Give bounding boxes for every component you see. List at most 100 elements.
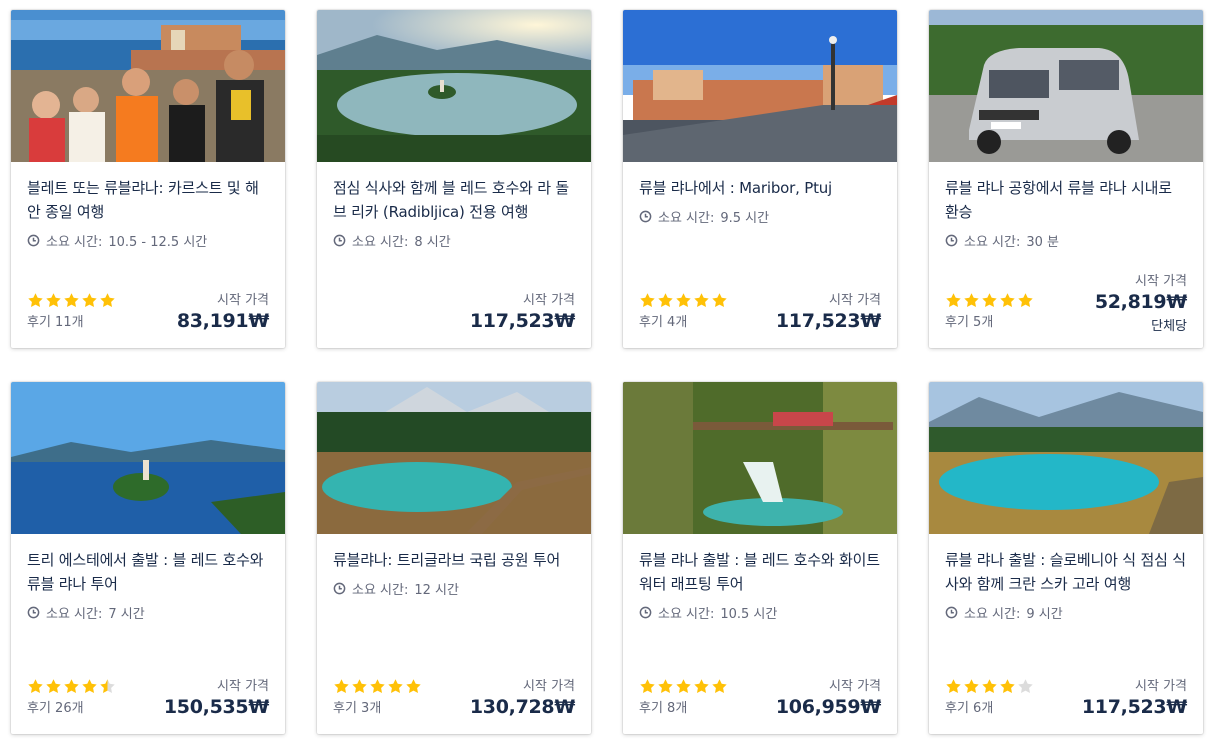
activity-card[interactable]: 류블랴나: 트리글라브 국립 공원 투어 소요 시간: 12 시간 후기 3개 … (317, 382, 591, 734)
star-rating (27, 291, 116, 309)
star-icon (712, 678, 727, 693)
clock-icon (639, 210, 652, 223)
clock-icon (27, 234, 40, 247)
duration-label: 소요 시간: (352, 583, 409, 598)
activity-image (317, 10, 591, 162)
star-icon (370, 678, 385, 693)
price-from-label: 시작 가격 (523, 293, 575, 308)
rating: 후기 3개 (333, 677, 422, 716)
star-rating (639, 677, 728, 695)
review-count: 후기 6개 (945, 701, 994, 716)
price-block: 시작 가격 83,191₩ (177, 289, 269, 334)
rating: 후기 26개 (27, 677, 116, 716)
clock-icon (945, 234, 958, 247)
star-icon (46, 292, 61, 307)
duration-label: 소요 시간: (658, 211, 715, 226)
star-icon (694, 678, 709, 693)
duration: 소요 시간: 30 분 (945, 231, 1187, 250)
star-icon (1018, 678, 1033, 693)
activity-image (11, 10, 285, 162)
star-icon (100, 292, 115, 307)
review-count: 후기 5개 (945, 315, 994, 330)
duration: 소요 시간: 10.5 시간 (639, 603, 881, 622)
duration-label: 소요 시간: (46, 235, 103, 250)
price-from-label: 시작 가격 (829, 293, 881, 308)
duration: 소요 시간: 9.5 시간 (639, 207, 881, 226)
activity-title[interactable]: 류블 랴나 출발 : 블 레드 호수와 화이트 워터 래프팅 투어 (639, 548, 881, 596)
rating: 후기 8개 (639, 677, 728, 716)
price-amount: 150,535₩ (163, 696, 269, 718)
duration-label: 소요 시간: (46, 607, 103, 622)
activity-card[interactable]: 류블 랴나 출발 : 블 레드 호수와 화이트 워터 래프팅 투어 소요 시간:… (623, 382, 897, 734)
price-amount: 106,959₩ (775, 696, 881, 718)
duration: 소요 시간: 9 시간 (945, 603, 1187, 622)
star-icon (82, 292, 97, 307)
price-amount: 117,523₩ (1081, 696, 1187, 718)
star-icon (658, 678, 673, 693)
price-amount: 130,728₩ (469, 696, 575, 718)
activity-card[interactable]: 블레트 또는 류블랴나: 카르스트 및 해안 종일 여행 소요 시간: 10.5… (11, 10, 285, 348)
star-icon (388, 678, 403, 693)
rating: 후기 5개 (945, 291, 1034, 330)
star-icon (406, 678, 421, 693)
activity-image (623, 10, 897, 162)
star-icon (82, 678, 97, 693)
duration-value: 30 분 (1026, 235, 1059, 250)
star-icon (658, 292, 673, 307)
activity-card[interactable]: 점심 식사와 함께 블 레드 호수와 라 돌브 리카 (Radibljica) … (317, 10, 591, 348)
clock-icon (333, 582, 346, 595)
price-block: 시작 가격 117,523₩ (470, 289, 575, 334)
price-from-label: 시작 가격 (1135, 679, 1187, 694)
star-icon (640, 292, 655, 307)
review-count: 후기 8개 (639, 701, 688, 716)
duration-value: 12 시간 (414, 583, 459, 598)
activity-card[interactable]: 류블 랴나 출발 : 슬로베니아 식 점심 식사와 함께 크란 스카 고라 여행… (929, 382, 1203, 734)
activity-card[interactable]: 트리 에스테에서 출발 : 블 레드 호수와 류블 랴나 투어 소요 시간: 7… (11, 382, 285, 734)
price-from-label: 시작 가격 (217, 679, 269, 694)
star-icon (640, 678, 655, 693)
activity-title[interactable]: 류블 랴나에서 : Maribor, Ptuj (639, 176, 881, 200)
duration-label: 소요 시간: (964, 235, 1021, 250)
activity-image (11, 382, 285, 534)
star-icon (946, 292, 961, 307)
star-rating (639, 291, 728, 309)
price-unit: 단체당 (1151, 319, 1187, 334)
activity-image (317, 382, 591, 534)
duration: 소요 시간: 10.5 - 12.5 시간 (27, 231, 269, 250)
activity-title[interactable]: 류블 랴나 출발 : 슬로베니아 식 점심 식사와 함께 크란 스카 고라 여행 (945, 548, 1187, 596)
review-count: 후기 3개 (333, 701, 382, 716)
price-amount: 52,819₩ (1094, 291, 1187, 313)
activity-title[interactable]: 트리 에스테에서 출발 : 블 레드 호수와 류블 랴나 투어 (27, 548, 269, 596)
price-block: 시작 가격 117,523₩ (776, 289, 881, 334)
activity-image (929, 10, 1203, 162)
rating: 후기 6개 (945, 677, 1034, 716)
star-rating (333, 677, 422, 695)
activity-card[interactable]: 류블 랴나에서 : Maribor, Ptuj 소요 시간: 9.5 시간 후기… (623, 10, 897, 348)
duration: 소요 시간: 7 시간 (27, 603, 269, 622)
clock-icon (333, 234, 346, 247)
price-from-label: 시작 가격 (1135, 274, 1187, 289)
duration-value: 9 시간 (1026, 607, 1063, 622)
star-icon (982, 678, 997, 693)
review-count: 후기 11개 (27, 315, 84, 330)
clock-icon (639, 606, 652, 619)
price-block: 시작 가격 106,959₩ (776, 675, 881, 720)
clock-icon (945, 606, 958, 619)
activity-title[interactable]: 점심 식사와 함께 블 레드 호수와 라 돌브 리카 (Radibljica) … (333, 176, 575, 224)
price-block: 시작 가격 117,523₩ (1082, 675, 1187, 720)
star-icon (64, 292, 79, 307)
rating: 후기 4개 (639, 291, 728, 330)
activity-card[interactable]: 류블 랴나 공항에서 류블 랴나 시내로 환승 소요 시간: 30 분 후기 5… (929, 10, 1203, 348)
price-amount: 83,191₩ (176, 310, 269, 332)
duration: 소요 시간: 12 시간 (333, 579, 575, 598)
star-icon (712, 292, 727, 307)
star-icon (964, 292, 979, 307)
activity-title[interactable]: 류블 랴나 공항에서 류블 랴나 시내로 환승 (945, 176, 1187, 224)
duration-value: 7 시간 (108, 607, 145, 622)
star-icon (1000, 678, 1015, 693)
star-icon (964, 678, 979, 693)
duration-label: 소요 시간: (964, 607, 1021, 622)
activity-title[interactable]: 블레트 또는 류블랴나: 카르스트 및 해안 종일 여행 (27, 176, 269, 224)
activity-title[interactable]: 류블랴나: 트리글라브 국립 공원 투어 (333, 548, 575, 572)
duration-label: 소요 시간: (658, 607, 715, 622)
